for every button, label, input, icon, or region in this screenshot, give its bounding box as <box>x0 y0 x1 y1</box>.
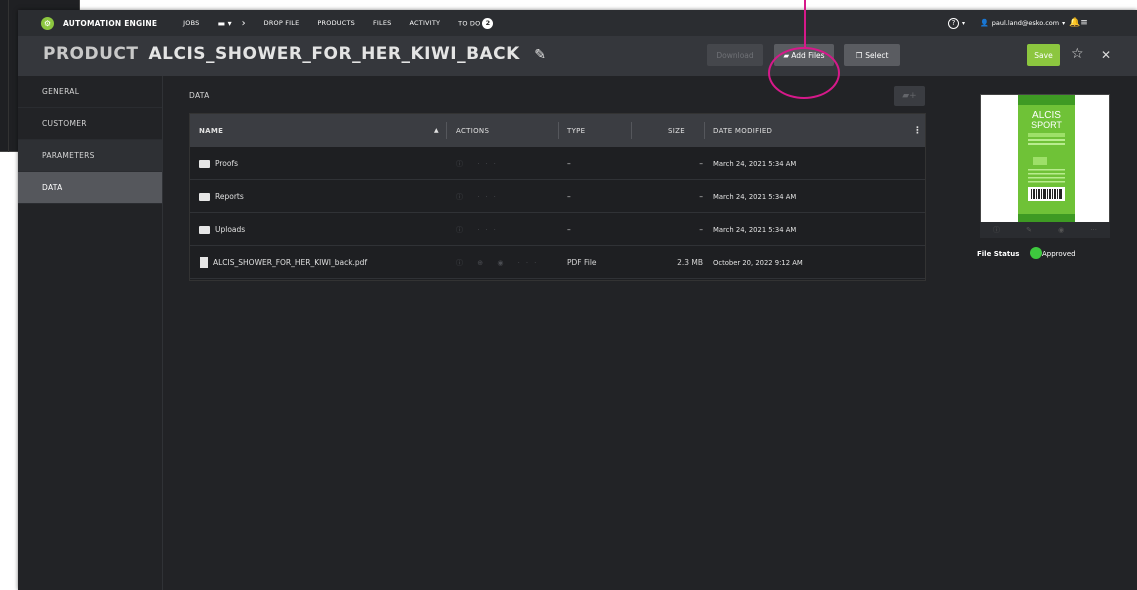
table-row[interactable]: Reports ⓘ ··· – – March 24, 2021 5:34 AM <box>190 180 925 213</box>
chevron-down-icon: ▾ <box>962 19 966 27</box>
column-menu-icon[interactable]: ⋮ <box>913 114 922 147</box>
select-icon: ❐ <box>855 50 863 60</box>
sort-up-icon[interactable]: ▲ <box>434 114 439 147</box>
pdf-file-icon <box>200 257 208 268</box>
row-name-text: ALCIS_SHOWER_FOR_HER_KIWI_back.pdf <box>213 258 368 267</box>
row-actions[interactable]: ⓘ ··· <box>456 213 502 246</box>
row-type: – <box>567 159 571 168</box>
page-title-name: ALCIS_SHOWER_FOR_HER_KIWI_BACK <box>148 44 520 64</box>
column-name[interactable]: NAME <box>199 114 223 147</box>
row-name-text: Proofs <box>215 159 239 168</box>
edit-icon[interactable]: ✎ <box>1026 226 1032 234</box>
info-icon[interactable]: ⓘ <box>993 225 1000 235</box>
todo-count-badge: 2 <box>482 17 494 29</box>
user-icon: 👤 <box>980 19 989 27</box>
row-date: March 24, 2021 5:34 AM <box>713 192 797 201</box>
select-label: Select <box>865 50 889 60</box>
column-type[interactable]: TYPE <box>567 114 585 147</box>
file-preview-thumbnail[interactable]: ALCIS SPORT <box>980 94 1110 223</box>
row-name[interactable]: Reports <box>199 180 244 213</box>
row-size: – <box>699 159 703 168</box>
table-row[interactable]: Uploads ⓘ ··· – – March 24, 2021 5:34 AM <box>190 213 925 246</box>
nav-jobs[interactable]: JOBS <box>183 19 199 27</box>
row-size: – <box>699 225 703 234</box>
new-folder-button[interactable]: ▰+ <box>894 86 925 106</box>
sidebar-item-parameters[interactable]: PARAMETERS <box>18 140 162 172</box>
row-name-text: Uploads <box>215 225 246 234</box>
sidebar-item-data[interactable]: DATA <box>18 172 162 204</box>
row-name[interactable]: ALCIS_SHOWER_FOR_HER_KIWI_back.pdf <box>199 246 367 279</box>
nav-todo[interactable]: TO DO 2 <box>458 17 494 29</box>
page-title: PRODUCT ALCIS_SHOWER_FOR_HER_KIWI_BACK ✎ <box>43 44 547 64</box>
label-brand-bottom: SPORT <box>1031 120 1062 130</box>
sidebar-item-customer[interactable]: CUSTOMER <box>18 108 162 140</box>
download-button[interactable]: Download <box>707 44 763 66</box>
row-date: March 24, 2021 5:34 AM <box>713 225 797 234</box>
row-name-text: Reports <box>215 192 244 201</box>
nav-products[interactable]: PRODUCTS <box>317 19 355 27</box>
edit-pencil-icon[interactable]: ✎ <box>534 47 546 63</box>
save-button[interactable]: Save <box>1027 44 1060 66</box>
brand-title: AUTOMATION ENGINE <box>63 18 158 28</box>
nav-todo-label: TO DO <box>458 19 481 27</box>
row-actions[interactable]: ⓘ ⊕ ◉ ··· <box>456 246 542 279</box>
section-title: DATA <box>189 91 210 100</box>
logo-icon: ⚙ <box>41 16 54 30</box>
chevron-right-icon: › <box>241 17 246 29</box>
data-table: NAME ▲ ACTIONS TYPE SIZE DATE MODIFIED ⋮… <box>189 113 926 281</box>
user-menu[interactable]: 👤 paul.land@esko.com ▾ <box>980 10 1065 36</box>
thumbnail-toolbar: ⓘ ✎ ◉ ··· <box>980 222 1110 238</box>
row-actions[interactable]: ⓘ ··· <box>456 180 502 213</box>
sidebar-item-general[interactable]: GENERAL <box>18 76 162 108</box>
product-header: PRODUCT ALCIS_SHOWER_FOR_HER_KIWI_BACK ✎ … <box>18 36 1137 76</box>
row-type: – <box>567 192 571 201</box>
monitor-icon[interactable]: ▬ ▾ <box>217 19 231 28</box>
help-menu[interactable]: ? ▾ <box>948 10 965 36</box>
notifications-icon[interactable]: 🔔≡ <box>1069 10 1088 36</box>
row-type: PDF File <box>567 258 597 267</box>
table-row[interactable]: Proofs ⓘ ··· – – March 24, 2021 5:34 AM <box>190 147 925 180</box>
chevron-down-icon: ▾ <box>1062 19 1066 27</box>
folder-add-icon: ▰+ <box>902 91 917 101</box>
row-name[interactable]: Proofs <box>199 147 238 180</box>
row-actions[interactable]: ⓘ ··· <box>456 147 502 180</box>
close-icon[interactable]: ✕ <box>1101 48 1111 62</box>
folder-icon <box>199 192 210 201</box>
nav-activity[interactable]: ACTIVITY <box>410 19 441 27</box>
product-label-image: ALCIS SPORT <box>981 95 1109 222</box>
nav-files[interactable]: FILES <box>373 19 392 27</box>
column-actions: ACTIONS <box>456 126 490 135</box>
row-type: – <box>567 225 571 234</box>
column-date-modified[interactable]: DATE MODIFIED <box>713 114 772 147</box>
top-navigation: ⚙ AUTOMATION ENGINE JOBS ▬ ▾ › DROP FILE… <box>18 10 1137 36</box>
folder-icon <box>199 225 210 234</box>
annotation-circle <box>768 47 840 99</box>
row-date: October 20, 2022 9:12 AM <box>713 258 803 267</box>
table-row[interactable]: ALCIS_SHOWER_FOR_HER_KIWI_back.pdf ⓘ ⊕ ◉ … <box>190 246 925 279</box>
star-icon[interactable]: ☆ <box>1071 46 1084 62</box>
annotation-line <box>804 0 806 48</box>
table-header: NAME ▲ ACTIONS TYPE SIZE DATE MODIFIED ⋮ <box>190 114 925 147</box>
status-indicator <box>1030 247 1042 259</box>
more-icon[interactable]: ··· <box>1090 226 1097 234</box>
column-size[interactable]: SIZE <box>668 114 685 147</box>
sidebar: GENERAL CUSTOMER PARAMETERS DATA <box>18 76 163 590</box>
row-date: March 24, 2021 5:34 AM <box>713 159 797 168</box>
help-icon: ? <box>948 17 959 29</box>
nav-drop-file[interactable]: DROP FILE <box>264 19 300 27</box>
row-size: 2.3 MB <box>677 258 703 267</box>
screenshot-stage: ⚙ AUTOMATION ENGINE JOBS ▬ ▾ › DROP FILE… <box>0 0 1137 590</box>
select-button[interactable]: ❐ Select <box>844 44 900 66</box>
file-status-label: File Status <box>977 250 1020 258</box>
view-icon[interactable]: ◉ <box>1058 226 1064 234</box>
row-name[interactable]: Uploads <box>199 213 245 246</box>
automation-engine-window: ⚙ AUTOMATION ENGINE JOBS ▬ ▾ › DROP FILE… <box>18 10 1137 590</box>
folder-icon <box>199 159 210 168</box>
page-title-label: PRODUCT <box>43 44 139 64</box>
file-status-value: Approved <box>1042 250 1076 258</box>
user-email: paul.land@esko.com <box>991 19 1060 27</box>
row-size: – <box>699 192 703 201</box>
